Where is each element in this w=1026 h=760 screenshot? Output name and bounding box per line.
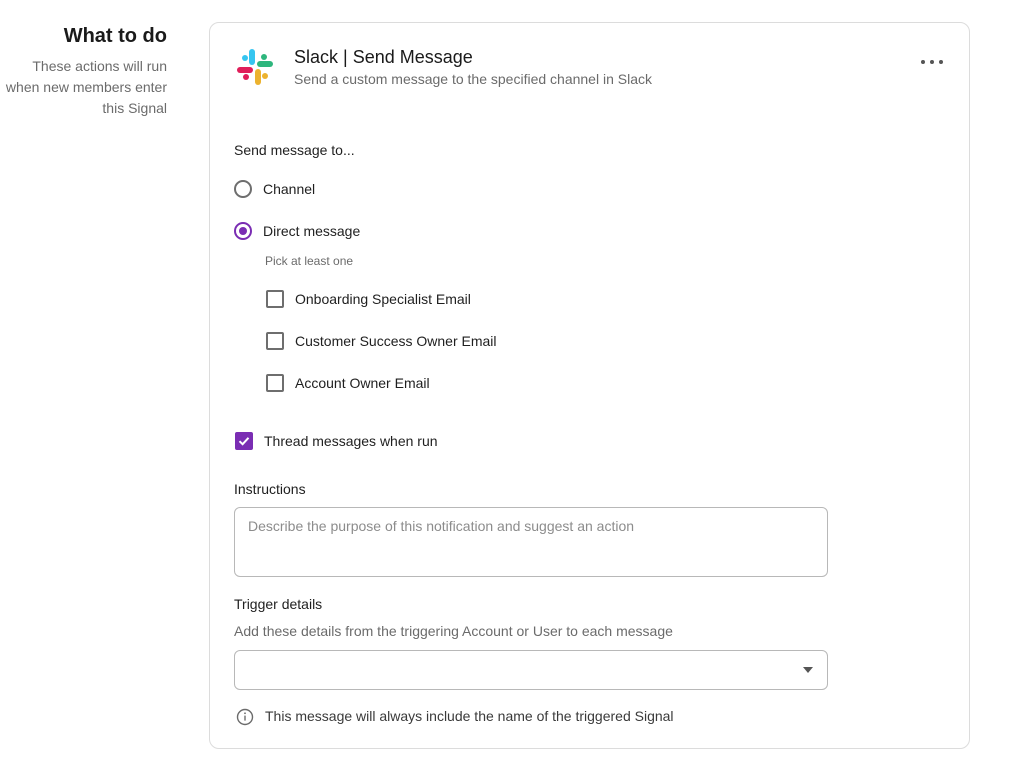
action-title: Slack | Send Message (294, 47, 473, 67)
checkbox-label: Thread messages when run (264, 433, 438, 449)
radio-channel[interactable]: Channel (234, 180, 315, 198)
radio-direct-message[interactable]: Direct message (234, 222, 360, 240)
pick-hint: Pick at least one (265, 254, 354, 268)
instructions-textarea[interactable]: Describe the purpose of this notificatio… (234, 507, 828, 577)
checkbox-label: Customer Success Owner Email (295, 333, 497, 349)
trigger-details-select[interactable] (234, 650, 828, 690)
checkbox-label: Account Owner Email (295, 375, 430, 391)
info-icon (236, 708, 254, 726)
section-description: These actions will run when new members … (5, 58, 167, 116)
checkbox[interactable] (266, 332, 284, 350)
chevron-down-icon (803, 667, 813, 673)
checkbox-label: Onboarding Specialist Email (295, 291, 471, 307)
action-subtitle: Send a custom message to the specified c… (294, 71, 652, 87)
trigger-details-label: Trigger details (234, 596, 323, 612)
radio-label: Direct message (263, 223, 361, 239)
checkbox-account-owner[interactable]: Account Owner Email (266, 374, 430, 392)
checkbox-customer-success-owner[interactable]: Customer Success Owner Email (266, 332, 497, 350)
slack-logo-icon (237, 49, 273, 85)
section-sidebar: What to do These actions will run when n… (0, 24, 167, 119)
instructions-label: Instructions (234, 481, 306, 497)
radio-button[interactable] (234, 180, 252, 198)
trigger-details-description: Add these details from the triggering Ac… (234, 623, 673, 639)
checkbox[interactable] (266, 374, 284, 392)
checkmark-icon (238, 437, 250, 446)
info-note: This message will always include the nam… (265, 708, 674, 724)
action-card: Slack | Send Message Send a custom messa… (209, 22, 970, 749)
section-heading: What to do (63, 25, 167, 47)
checkbox-onboarding-specialist[interactable]: Onboarding Specialist Email (266, 290, 471, 308)
radio-label: Channel (263, 181, 316, 197)
checkbox-checked[interactable] (235, 432, 253, 450)
more-options-button[interactable] (921, 53, 943, 71)
more-horizontal-icon-dot (921, 60, 925, 64)
checkbox-thread-messages[interactable]: Thread messages when run (235, 432, 438, 450)
send-to-label: Send message to... (234, 142, 355, 158)
more-horizontal-icon-dot (930, 60, 934, 64)
radio-button-selected[interactable] (234, 222, 252, 240)
checkbox[interactable] (266, 290, 284, 308)
more-horizontal-icon-dot (939, 60, 943, 64)
